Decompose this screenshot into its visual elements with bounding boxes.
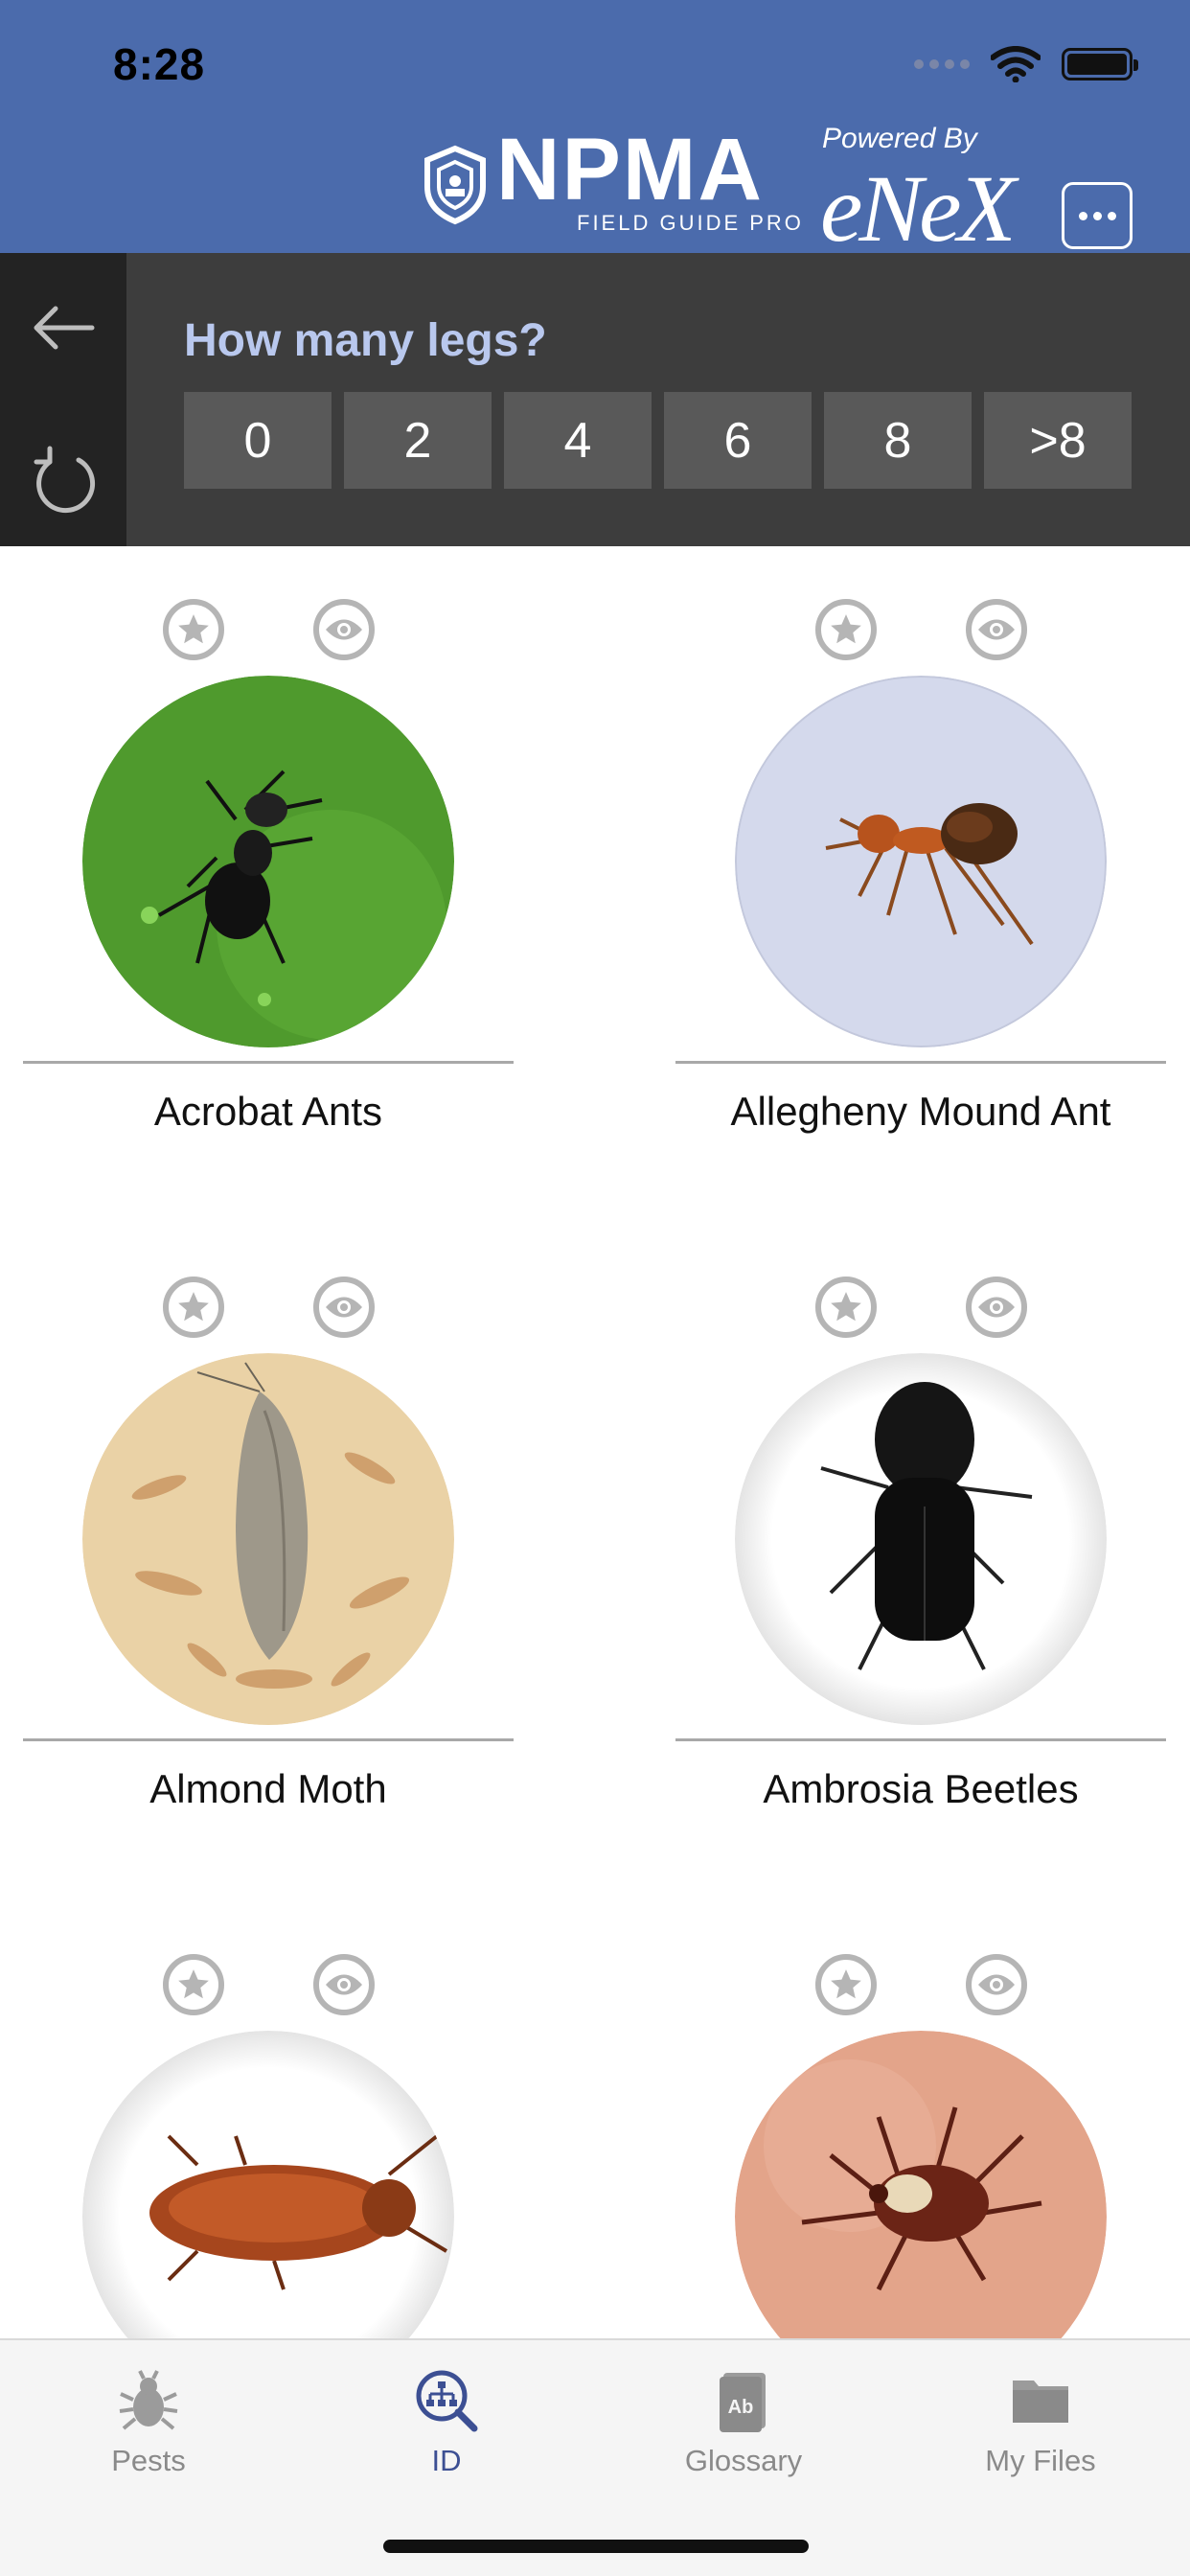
status-time: 8:28 [113, 39, 206, 89]
pest-card[interactable] [0, 1901, 595, 2338]
svg-text:Ab: Ab [728, 2397, 754, 2418]
id-search-icon [416, 2370, 478, 2432]
pest-photo[interactable] [82, 1353, 454, 1725]
side-controls [0, 253, 126, 546]
favorite-star-icon[interactable] [163, 1954, 224, 2015]
tab-my-files[interactable]: My Files [926, 2367, 1156, 2478]
powered-by-label: Powered By [822, 123, 977, 154]
tab-glossary[interactable]: Ab Glossary [629, 2367, 858, 2478]
leg-option-8[interactable]: 8 [824, 392, 972, 489]
leg-option-6[interactable]: 6 [664, 392, 812, 489]
wifi-icon [991, 46, 1041, 82]
npma-logo: NPMA FIELD GUIDE PRO [422, 121, 804, 236]
pest-card[interactable]: Allegheny Mound Ant [652, 546, 1190, 1224]
logo-title: NPMA [496, 121, 764, 218]
pest-card[interactable]: Ambrosia Beetles [652, 1224, 1190, 1901]
divider [23, 1061, 514, 1064]
folder-icon [1013, 2380, 1068, 2423]
pest-photo[interactable] [735, 1353, 1107, 1725]
pest-photo[interactable] [735, 2031, 1107, 2338]
pest-photo[interactable] [82, 2031, 454, 2338]
enex-logo: eNeX [820, 155, 1017, 262]
view-eye-icon[interactable] [966, 1954, 1027, 2015]
favorite-star-icon[interactable] [163, 1276, 224, 1338]
book-icon: Ab [720, 2373, 766, 2432]
tab-id[interactable]: ID [332, 2367, 561, 2478]
shield-icon [424, 145, 486, 225]
pest-card[interactable] [652, 1901, 1190, 2338]
view-eye-icon[interactable] [313, 1954, 375, 2015]
leg-option-more-than-8[interactable]: >8 [984, 392, 1132, 489]
pest-card[interactable]: Almond Moth [0, 1224, 595, 1901]
pest-name[interactable]: Almond Moth [23, 1766, 514, 1812]
view-eye-icon[interactable] [313, 599, 375, 660]
leg-options: 0 2 4 6 8 >8 [184, 392, 1132, 489]
pest-grid: Acrobat Ants Allegheny Mound Ant Almond … [0, 546, 1190, 2338]
logo-subtitle: FIELD GUIDE PRO [577, 211, 804, 235]
divider [675, 1738, 1166, 1741]
pest-name[interactable]: Acrobat Ants [23, 1089, 514, 1135]
battery-icon [1062, 48, 1138, 80]
app-header: 8:28 NPMA FIELD GUIDE PRO Powered By eNe… [0, 0, 1190, 257]
favorite-star-icon[interactable] [815, 1276, 877, 1338]
status-icons [914, 46, 1138, 82]
pest-card[interactable]: Acrobat Ants [0, 546, 595, 1224]
more-menu-button[interactable] [1062, 182, 1133, 249]
back-arrow-icon[interactable] [29, 299, 100, 356]
favorite-star-icon[interactable] [815, 599, 877, 660]
leg-option-0[interactable]: 0 [184, 392, 332, 489]
home-indicator[interactable] [383, 2540, 809, 2553]
divider [23, 1738, 514, 1741]
refresh-icon[interactable] [29, 445, 100, 516]
signal-icon [914, 59, 970, 69]
bug-icon [119, 2370, 178, 2430]
view-eye-icon[interactable] [966, 599, 1027, 660]
favorite-star-icon[interactable] [815, 1954, 877, 2015]
pest-photo[interactable] [82, 676, 454, 1047]
pest-photo[interactable] [735, 676, 1107, 1047]
leg-option-4[interactable]: 4 [504, 392, 652, 489]
leg-option-2[interactable]: 2 [344, 392, 492, 489]
question-text: How many legs? [184, 315, 547, 366]
question-bar: How many legs? 0 2 4 6 8 >8 [0, 253, 1190, 546]
tab-label: My Files [985, 2444, 1096, 2477]
divider [675, 1061, 1166, 1064]
tab-label: ID [431, 2444, 462, 2477]
view-eye-icon[interactable] [313, 1276, 375, 1338]
pest-name[interactable]: Allegheny Mound Ant [675, 1089, 1166, 1135]
view-eye-icon[interactable] [966, 1276, 1027, 1338]
favorite-star-icon[interactable] [163, 599, 224, 660]
pest-name[interactable]: Ambrosia Beetles [675, 1766, 1166, 1812]
tab-pests[interactable]: Pests [34, 2367, 263, 2478]
tab-label: Pests [111, 2444, 186, 2477]
tab-label: Glossary [684, 2444, 803, 2477]
